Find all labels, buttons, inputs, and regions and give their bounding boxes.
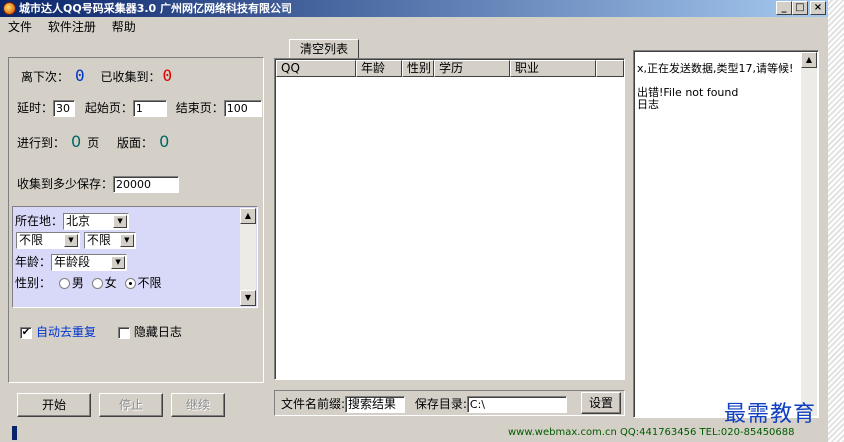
watermark-text: 最需教育 [724, 402, 817, 427]
log-panel[interactable]: x,正在发送数据,类型17,请等候! 出错!File not found 日志 … [633, 50, 819, 418]
sub-region-select-1[interactable]: 不限 ▼ [16, 232, 80, 249]
column-education[interactable]: 学历 [434, 60, 510, 77]
layout-value: 0 [159, 132, 170, 151]
counter-row: 离下次： 0 已收集到： 0 [21, 66, 172, 85]
gender-option-female: 女 [104, 276, 117, 290]
background-stripes [828, 0, 844, 442]
paging-row: 延时： 30 起始页： 1 结束页： 100 [17, 99, 262, 117]
progress-row: 进行到： 0 页 版面： 0 [17, 132, 175, 151]
sub-region-value-1: 不限 [19, 233, 44, 247]
main-window: 城市达人QQ号码采集器3.0 广州网亿网络科技有限公司 _ □ × 文件 软件注… [0, 0, 828, 442]
settings-button[interactable]: 设置 [581, 392, 621, 414]
app-icon [3, 2, 16, 15]
status-indicator [12, 426, 17, 440]
prefix-input[interactable]: 搜索结果 [345, 396, 406, 413]
location-row: 所在地： 北京 ▼ [15, 212, 130, 230]
collected-label: 已收集到： [100, 70, 161, 84]
auto-dedupe-label: 自动去重复 [36, 325, 97, 339]
save-row: 文件名前缀: 搜索结果 保存目录: C:\ [281, 395, 567, 413]
maximize-button[interactable]: □ [792, 1, 808, 15]
scroll-up-icon[interactable]: ▲ [240, 208, 256, 224]
delay-label: 延时： [17, 101, 54, 115]
page-unit: 页 [87, 136, 100, 150]
filter-scrollbar[interactable]: ▲ ▼ [240, 208, 256, 306]
log-line: 日志 [637, 98, 659, 111]
progress-value: 0 [71, 132, 82, 151]
sub-region-row: 不限 ▼ 不限 ▼ [16, 232, 136, 249]
chevron-down-icon: ▼ [113, 215, 128, 228]
gender-row: 性别： 男 女 不限 [15, 274, 162, 291]
hide-log-checkbox[interactable] [117, 326, 130, 339]
chevron-down-icon: ▼ [119, 234, 134, 247]
menu-bar: 文件 软件注册 帮助 [0, 18, 828, 36]
end-page-label: 结束页： [175, 101, 224, 115]
prefix-label: 文件名前缀: [281, 397, 346, 411]
gender-radio-male[interactable] [58, 278, 70, 289]
gender-option-male: 男 [71, 276, 84, 290]
gender-radio-female[interactable] [91, 278, 103, 289]
stop-button[interactable]: 停止 [99, 393, 163, 417]
dir-input[interactable]: C:\ [466, 396, 567, 413]
dir-label: 保存目录: [414, 397, 467, 411]
log-scrollbar[interactable]: ▲ [801, 52, 817, 416]
location-select[interactable]: 北京 ▼ [63, 213, 130, 230]
status-text: www.webmax.com.cn QQ:441763456 TEL:020-8… [508, 427, 795, 438]
location-label: 所在地： [15, 214, 64, 228]
next-label: 离下次： [21, 70, 70, 84]
delay-input[interactable]: 30 [53, 100, 76, 117]
filter-box: 所在地： 北京 ▼ 不限 ▼ 不限 ▼ 年龄： 年龄段 ▼ 性别： 男 女 不限 ▲ ▼ [12, 206, 258, 308]
gender-option-any: 不限 [137, 276, 162, 290]
menu-help[interactable]: 帮助 [112, 18, 136, 36]
next-value: 0 [75, 66, 85, 85]
menu-file[interactable]: 文件 [8, 18, 32, 36]
close-button[interactable]: × [810, 1, 826, 15]
auto-dedupe-checkbox[interactable]: ✔ [20, 326, 32, 339]
end-page-input[interactable]: 100 [223, 100, 262, 117]
resume-button[interactable]: 继续 [171, 393, 225, 417]
log-line: x,正在发送数据,类型17,请等候! [637, 62, 794, 75]
minimize-button[interactable]: _ [776, 1, 792, 15]
location-value: 北京 [66, 214, 91, 228]
save-every-label: 收集到多少保存： [17, 177, 114, 191]
age-value: 年龄段 [54, 255, 91, 269]
log-line: 出错!File not found [637, 86, 739, 99]
scroll-up-icon[interactable]: ▲ [801, 52, 817, 68]
chevron-down-icon: ▼ [64, 234, 78, 247]
window-title: 城市达人QQ号码采集器3.0 广州网亿网络科技有限公司 [19, 2, 293, 15]
column-occupation[interactable]: 职业 [510, 60, 596, 77]
age-row: 年龄： 年龄段 ▼ [15, 253, 128, 271]
age-label: 年龄： [15, 255, 52, 269]
age-select[interactable]: 年龄段 ▼ [51, 254, 128, 271]
gender-label: 性别： [15, 276, 52, 290]
save-every-input[interactable]: 20000 [113, 176, 180, 193]
column-age[interactable]: 年龄 [356, 60, 402, 77]
collected-value: 0 [162, 66, 173, 85]
save-panel: 文件名前缀: 搜索结果 保存目录: C:\ 设置 [274, 390, 625, 416]
column-gender[interactable]: 性别 [402, 60, 434, 77]
menu-register[interactable]: 软件注册 [48, 18, 96, 36]
start-button[interactable]: 开始 [17, 393, 91, 417]
sub-region-select-2[interactable]: 不限 ▼ [83, 232, 136, 249]
start-page-input[interactable]: 1 [132, 100, 167, 117]
hide-log-label: 隐藏日志 [133, 325, 182, 339]
results-list[interactable]: QQ 年龄 性别 学历 职业 [274, 58, 625, 380]
scroll-down-icon[interactable]: ▼ [240, 290, 256, 306]
progress-label: 进行到： [17, 136, 66, 150]
clear-list-button[interactable]: 清空列表 [289, 39, 359, 59]
gender-radio-any[interactable] [124, 278, 136, 289]
column-filler [596, 60, 624, 77]
chevron-down-icon: ▼ [111, 256, 126, 269]
log-text: x,正在发送数据,类型17,请等候! 出错!File not found 日志 [637, 63, 797, 111]
status-bar: www.webmax.com.cn QQ:441763456 TEL:020-8… [0, 424, 828, 442]
column-qq[interactable]: QQ [276, 60, 356, 77]
sub-region-value-2: 不限 [86, 233, 111, 247]
save-every-row: 收集到多少保存： 20000 [17, 175, 180, 193]
title-bar[interactable]: 城市达人QQ号码采集器3.0 广州网亿网络科技有限公司 _ □ × [0, 0, 828, 17]
options-row: ✔ 自动去重复 隐藏日志 [20, 323, 182, 340]
start-page-label: 起始页： [84, 101, 133, 115]
layout-label: 版面： [117, 136, 154, 150]
